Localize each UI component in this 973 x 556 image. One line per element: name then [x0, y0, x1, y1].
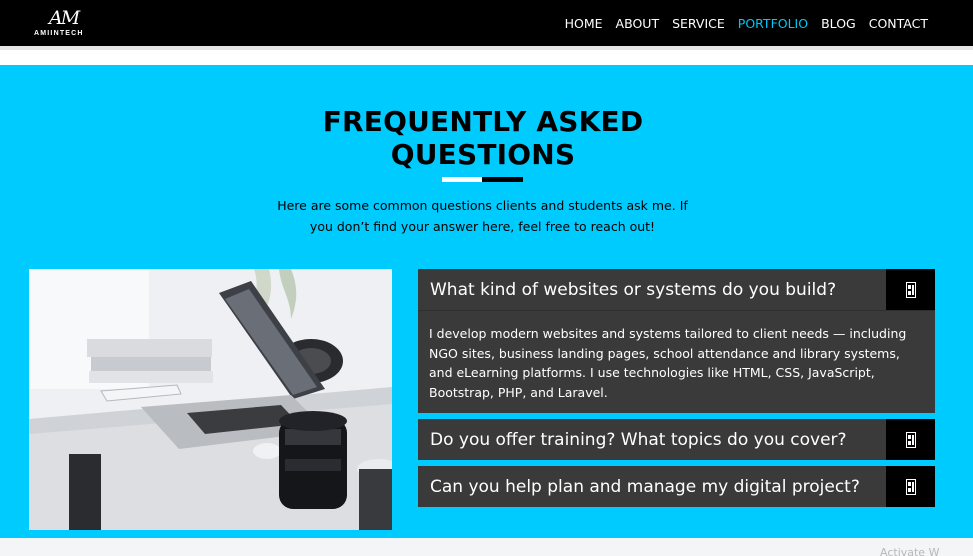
- title-underline: [442, 177, 523, 182]
- os-activation-watermark: Activate W: [880, 546, 940, 556]
- faq-question: Can you help plan and manage my digital …: [430, 476, 860, 497]
- faq-title-line1: FREQUENTLY ASKED: [322, 105, 644, 138]
- nav-home[interactable]: HOME: [565, 16, 603, 31]
- nav-contact[interactable]: CONTACT: [869, 16, 928, 31]
- faq-title: FREQUENTLY ASKED QUESTIONS: [300, 105, 666, 171]
- laptop-desk-photo: [29, 269, 392, 530]
- faq-question-header[interactable]: What kind of websites or systems do you …: [418, 269, 935, 310]
- accordion-toggle-button[interactable]: [886, 419, 935, 460]
- faq-question: Do you offer training? What topics do yo…: [430, 429, 847, 450]
- faq-answer: I develop modern websites and systems ta…: [418, 310, 935, 413]
- plus-icon: [905, 431, 916, 448]
- header-divider: [0, 46, 973, 65]
- accordion-toggle-button[interactable]: [886, 466, 935, 507]
- page-footer-band: [0, 538, 973, 556]
- faq-title-line2: QUESTIONS: [390, 138, 576, 171]
- logo-text: AMIINTECH: [34, 30, 84, 37]
- nav-about[interactable]: ABOUT: [616, 16, 660, 31]
- faq-accordion: What kind of websites or systems do you …: [418, 269, 935, 513]
- main-nav: HOME ABOUT SERVICE PORTFOLIO BLOG CONTAC…: [552, 0, 928, 46]
- top-navbar: AM AMIINTECH HOME ABOUT SERVICE PORTFOLI…: [0, 0, 973, 46]
- nav-portfolio[interactable]: PORTFOLIO: [738, 16, 808, 31]
- plus-icon: [905, 478, 916, 495]
- faq-item: What kind of websites or systems do you …: [418, 269, 935, 413]
- nav-blog[interactable]: BLOG: [821, 16, 856, 31]
- faq-question-header[interactable]: Do you offer training? What topics do yo…: [418, 419, 935, 460]
- faq-intro: Here are some common questions clients a…: [277, 198, 688, 234]
- nav-service[interactable]: SERVICE: [672, 16, 725, 31]
- faq-section: FREQUENTLY ASKED QUESTIONS Here are some…: [0, 65, 973, 538]
- logo-mark: AM: [49, 7, 80, 29]
- faq-question-header[interactable]: Can you help plan and manage my digital …: [418, 466, 935, 507]
- site-logo[interactable]: AM AMIINTECH: [34, 4, 94, 42]
- faq-item: Can you help plan and manage my digital …: [418, 466, 935, 507]
- minus-icon: [905, 281, 916, 298]
- accordion-toggle-button[interactable]: [886, 269, 935, 310]
- faq-question: What kind of websites or systems do you …: [430, 279, 837, 300]
- faq-item: Do you offer training? What topics do yo…: [418, 419, 935, 460]
